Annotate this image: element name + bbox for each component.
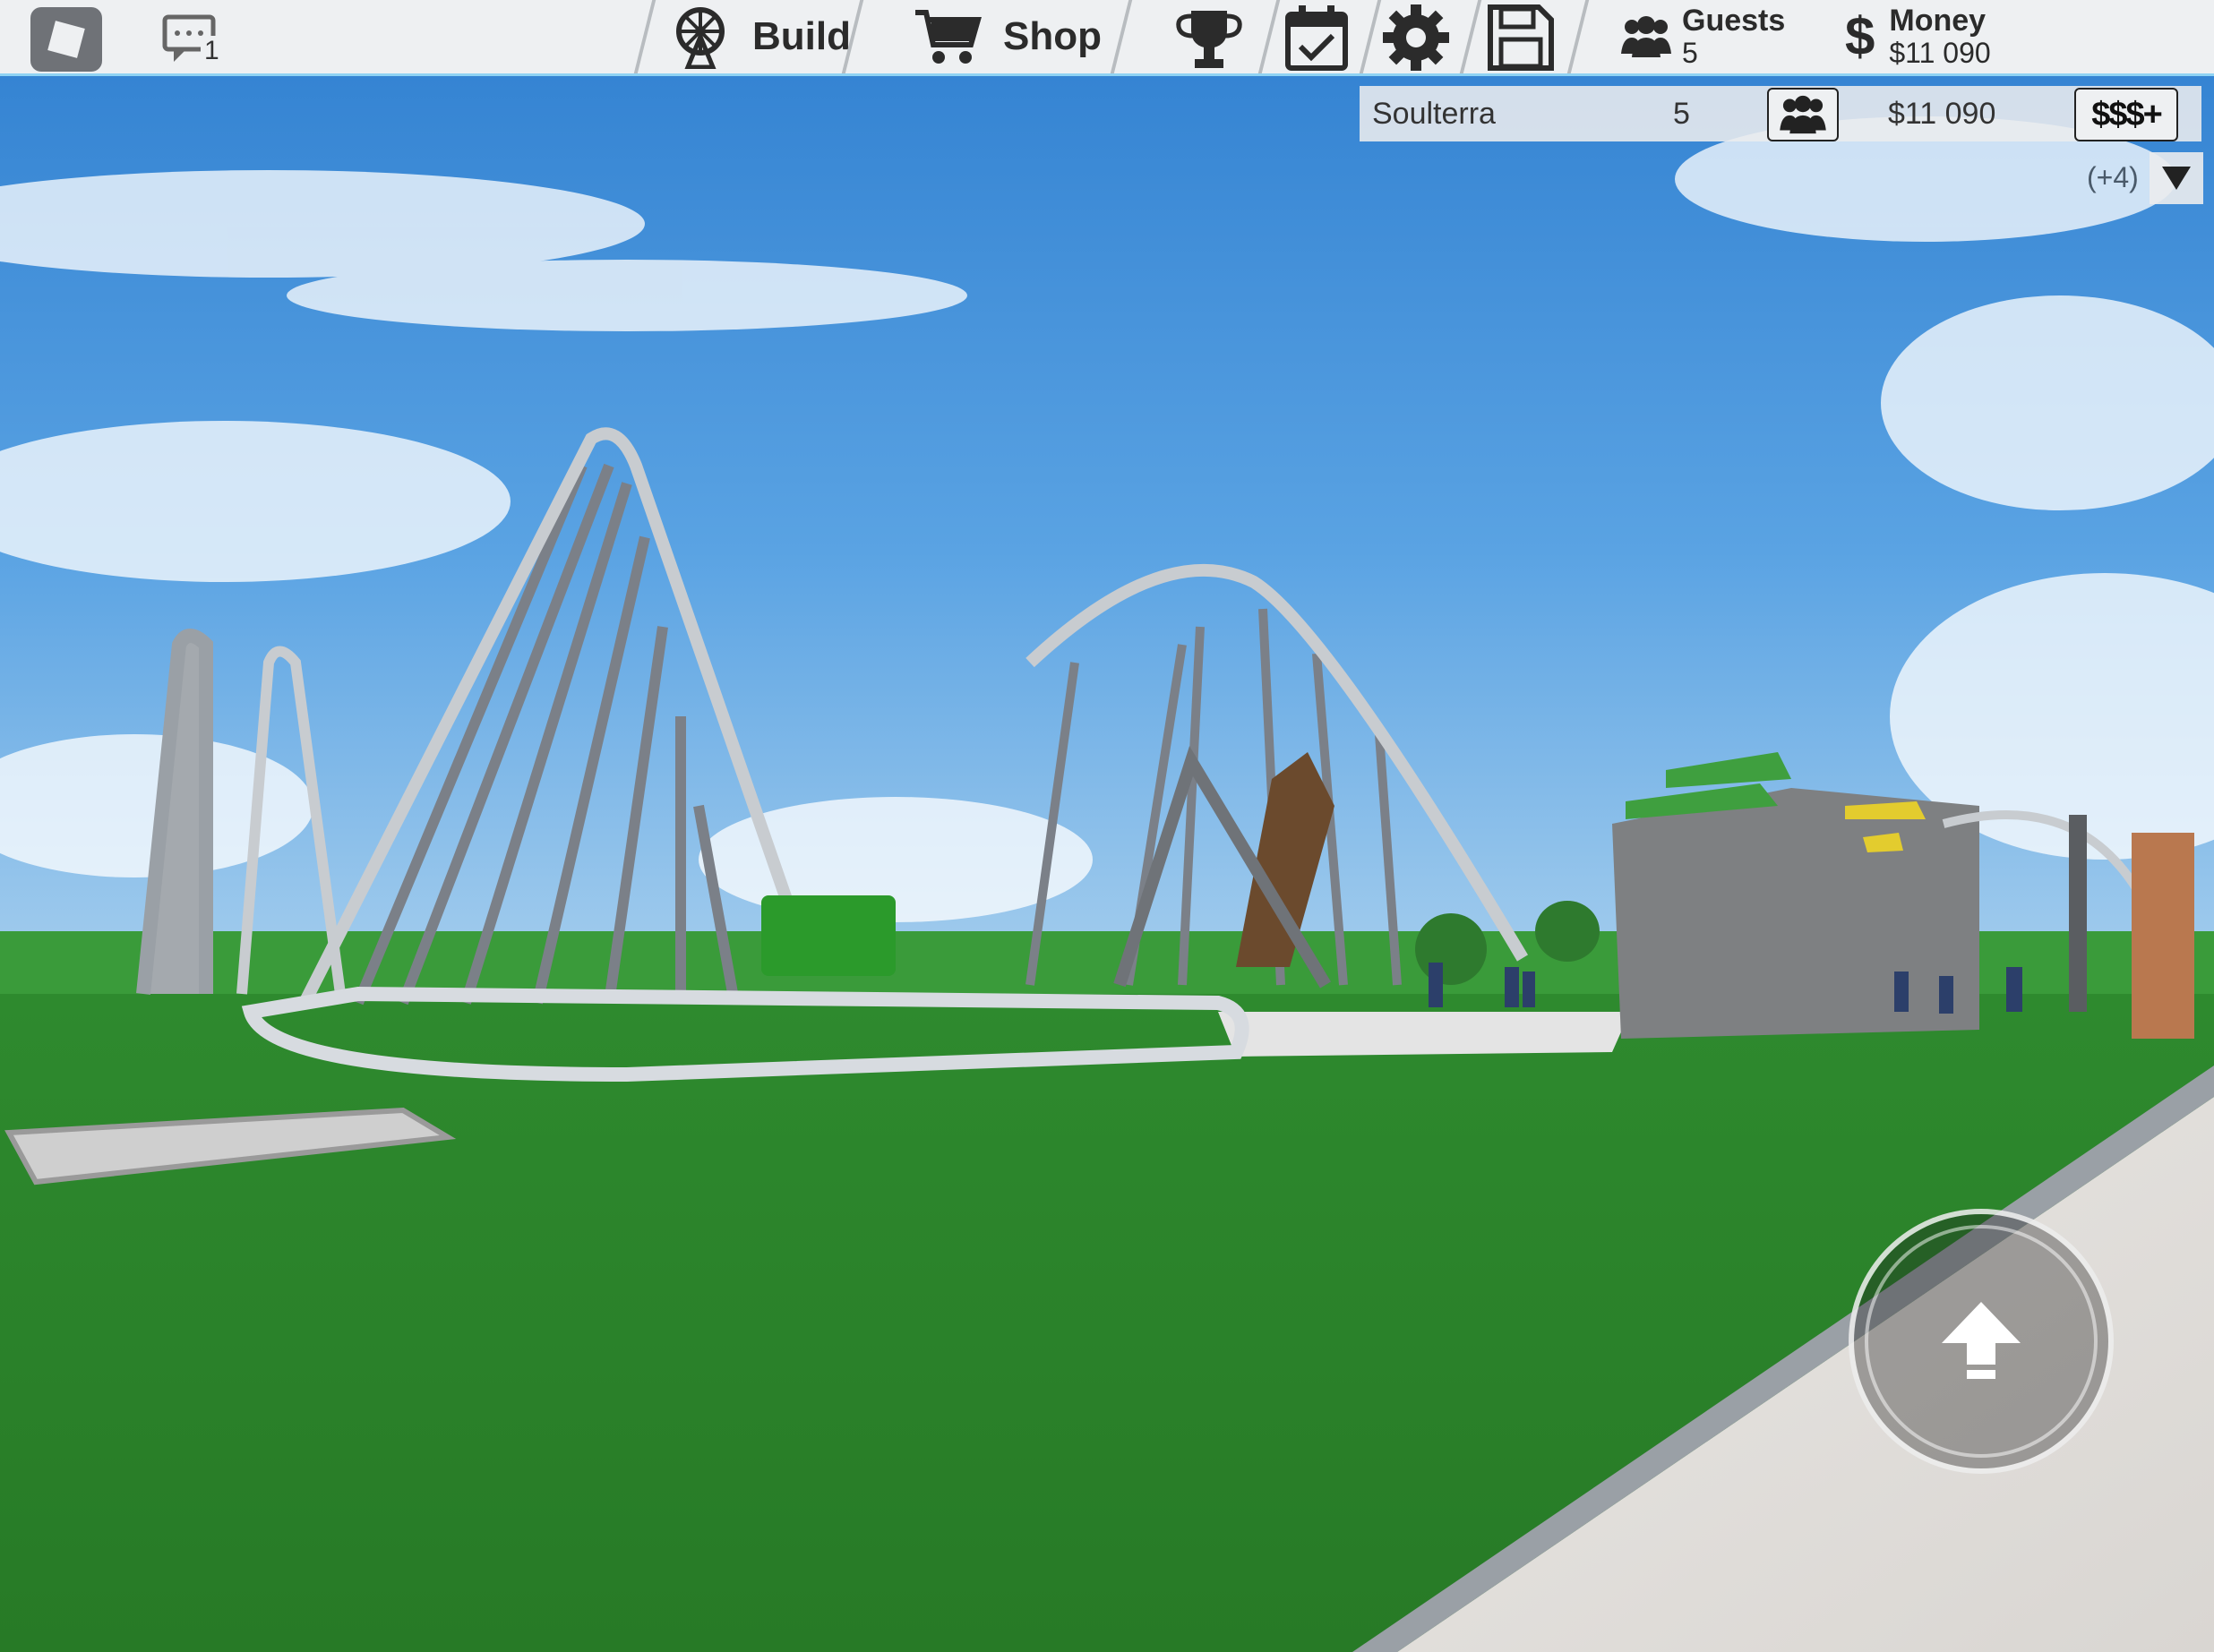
guests-stat: Guests 5: [1621, 2, 1785, 72]
more-players-count: (+4): [2087, 161, 2139, 193]
tab-separator: [1257, 0, 1281, 73]
ferris-wheel-icon: [676, 7, 725, 69]
trophy-icon: [1176, 11, 1242, 68]
player-money: $11 090: [1888, 96, 1996, 131]
arrow-up-icon: [1942, 1302, 2021, 1379]
player-guests: 5: [1673, 96, 1690, 131]
cart-icon: [915, 10, 982, 64]
brick-pillar: [2132, 833, 2194, 1039]
plaza: [1218, 1012, 1630, 1057]
chat-badge: 1: [201, 36, 223, 66]
roblox-menu-icon: [47, 21, 85, 58]
coaster-car: [761, 895, 896, 976]
shop-tab[interactable]: Shop: [905, 0, 1111, 73]
player-list-row[interactable]: Soulterra 5 $11 090 $$$+: [1360, 86, 2201, 141]
buy-money-label: $$$+: [2091, 95, 2163, 133]
guests-value: 5: [1682, 37, 1698, 69]
player-guests-button[interactable]: [1767, 88, 1839, 141]
chevron-down-icon: [2162, 167, 2191, 190]
achievements-button[interactable]: [1173, 5, 1245, 72]
money-label: Money: [1889, 4, 1987, 38]
player-list-toggle[interactable]: [2150, 152, 2203, 204]
guests-label: Guests: [1682, 4, 1786, 38]
build-label: Build: [752, 14, 851, 58]
group-icon: [1780, 95, 1826, 134]
save-icon: [1488, 4, 1554, 71]
buy-money-button[interactable]: $$$+: [2074, 88, 2178, 141]
top-bar: 1 Build Shop Guests 5 $ Money $11 090: [0, 0, 2214, 76]
save-button[interactable]: [1487, 4, 1555, 72]
tab-separator: [1566, 0, 1590, 73]
dollar-icon: $: [1845, 6, 1875, 66]
build-tab[interactable]: Build: [654, 0, 869, 73]
tab-separator: [1359, 0, 1382, 73]
player-name: Soulterra: [1372, 96, 1496, 131]
gear-icon: [1383, 4, 1449, 71]
shop-label: Shop: [1003, 14, 1102, 58]
tab-separator: [1110, 0, 1133, 73]
money-value: $11 090: [1889, 37, 1991, 69]
money-stat: $ Money $11 090: [1845, 2, 1991, 72]
calendar-check-icon: [1285, 5, 1348, 71]
roblox-menu-button[interactable]: [30, 7, 102, 72]
settings-button[interactable]: [1381, 4, 1451, 72]
jump-button[interactable]: [1849, 1209, 2114, 1474]
objectives-button[interactable]: [1283, 4, 1351, 72]
chat-button[interactable]: 1: [161, 7, 233, 70]
guests-icon: [1621, 16, 1671, 57]
tab-separator: [633, 0, 656, 73]
tab-separator: [1459, 0, 1482, 73]
